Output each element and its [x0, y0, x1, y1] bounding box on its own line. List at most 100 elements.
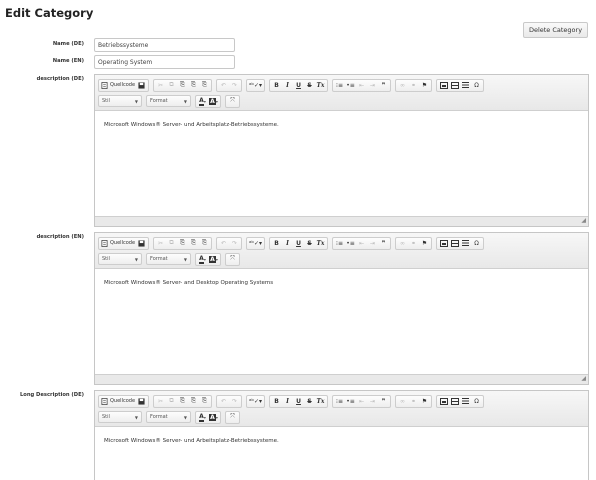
table-icon[interactable] [449, 238, 460, 249]
outdent-icon[interactable]: ⇤ [356, 396, 367, 407]
image-icon[interactable] [438, 396, 449, 407]
undo-icon[interactable]: ↶ [218, 238, 229, 249]
flag-icon[interactable]: ⚑ [419, 80, 430, 91]
special-char-icon[interactable]: Ω [471, 396, 482, 407]
background-color-button[interactable]: A ▾ [208, 254, 219, 265]
special-char-icon[interactable]: Ω [471, 238, 482, 249]
copy-icon[interactable]: ⧉ [166, 80, 177, 91]
spellcheck-icon[interactable]: ᵃᵇ✓▾ [248, 238, 263, 249]
paste-word-icon[interactable]: ⎘ [199, 80, 210, 91]
special-char-icon[interactable]: Ω [471, 80, 482, 91]
italic-icon[interactable]: I [282, 396, 293, 407]
text-color-button[interactable]: A ▾ [197, 412, 208, 423]
editor-content[interactable]: Microsoft Windows® Server- and Desktop O… [95, 269, 588, 297]
copy-icon[interactable]: ⧉ [166, 396, 177, 407]
maximize-icon[interactable]: ⤧ [227, 96, 238, 107]
save-icon[interactable] [136, 238, 147, 249]
numbered-list-icon[interactable]: ⁝≡ [334, 238, 345, 249]
image-icon[interactable] [438, 238, 449, 249]
remove-format-icon[interactable]: Tx [315, 396, 326, 407]
paste-word-icon[interactable]: ⎘ [199, 238, 210, 249]
link-icon[interactable]: ∞ [397, 80, 408, 91]
italic-icon[interactable]: I [282, 80, 293, 91]
spellcheck-icon[interactable]: ᵃᵇ✓▾ [248, 396, 263, 407]
bold-icon[interactable]: B [271, 396, 282, 407]
numbered-list-icon[interactable]: ⁝≡ [334, 80, 345, 91]
blockquote-icon[interactable]: ❞ [378, 80, 389, 91]
paste-icon[interactable]: ⎘ [177, 396, 188, 407]
bullet-list-icon[interactable]: •≡ [345, 80, 356, 91]
background-color-button[interactable]: A ▾ [208, 412, 219, 423]
table-icon[interactable] [449, 80, 460, 91]
paste-icon[interactable]: ⎘ [177, 238, 188, 249]
name-de-input[interactable] [94, 38, 235, 52]
format-dropdown[interactable]: Format ▼ [146, 95, 191, 107]
style-dropdown[interactable]: Stil ▼ [98, 411, 142, 423]
table-icon[interactable] [449, 396, 460, 407]
paste-text-icon[interactable]: ⎘ [188, 238, 199, 249]
underline-icon[interactable]: U [293, 238, 304, 249]
outdent-icon[interactable]: ⇤ [356, 238, 367, 249]
style-dropdown[interactable]: Stil ▼ [98, 253, 142, 265]
unlink-icon[interactable]: ⚭ [408, 80, 419, 91]
outdent-icon[interactable]: ⇤ [356, 80, 367, 91]
copy-icon[interactable]: ⧉ [166, 238, 177, 249]
indent-icon[interactable]: ⇥ [367, 396, 378, 407]
resize-handle-icon[interactable]: ◢ [581, 375, 586, 383]
undo-icon[interactable]: ↶ [218, 80, 229, 91]
unlink-icon[interactable]: ⚭ [408, 238, 419, 249]
horizontal-rule-icon[interactable] [460, 396, 471, 407]
name-en-input[interactable] [94, 55, 235, 69]
maximize-icon[interactable]: ⤧ [227, 412, 238, 423]
undo-icon[interactable]: ↶ [218, 396, 229, 407]
format-dropdown[interactable]: Format ▼ [146, 411, 191, 423]
flag-icon[interactable]: ⚑ [419, 238, 430, 249]
link-icon[interactable]: ∞ [397, 238, 408, 249]
bold-icon[interactable]: B [271, 238, 282, 249]
underline-icon[interactable]: U [293, 396, 304, 407]
text-color-button[interactable]: A ▾ [197, 96, 208, 107]
redo-icon[interactable]: ↷ [229, 80, 240, 91]
delete-category-button[interactable]: Delete Category [523, 22, 588, 38]
format-dropdown[interactable]: Format ▼ [146, 253, 191, 265]
indent-icon[interactable]: ⇥ [367, 80, 378, 91]
blockquote-icon[interactable]: ❞ [378, 396, 389, 407]
link-icon[interactable]: ∞ [397, 396, 408, 407]
spellcheck-icon[interactable]: ᵃᵇ✓▾ [248, 80, 263, 91]
source-button[interactable]: Quellcode [100, 238, 136, 249]
resize-handle-icon[interactable]: ◢ [581, 217, 586, 225]
cut-icon[interactable]: ✂ [155, 396, 166, 407]
strikethrough-icon[interactable]: S [304, 238, 315, 249]
background-color-button[interactable]: A ▾ [208, 96, 219, 107]
maximize-icon[interactable]: ⤧ [227, 254, 238, 265]
bullet-list-icon[interactable]: •≡ [345, 238, 356, 249]
underline-icon[interactable]: U [293, 80, 304, 91]
remove-format-icon[interactable]: Tx [315, 238, 326, 249]
bullet-list-icon[interactable]: •≡ [345, 396, 356, 407]
italic-icon[interactable]: I [282, 238, 293, 249]
redo-icon[interactable]: ↷ [229, 396, 240, 407]
source-button[interactable]: Quellcode [100, 396, 136, 407]
strikethrough-icon[interactable]: S [304, 80, 315, 91]
text-color-button[interactable]: A ▾ [197, 254, 208, 265]
strikethrough-icon[interactable]: S [304, 396, 315, 407]
cut-icon[interactable]: ✂ [155, 238, 166, 249]
image-icon[interactable] [438, 80, 449, 91]
redo-icon[interactable]: ↷ [229, 238, 240, 249]
horizontal-rule-icon[interactable] [460, 238, 471, 249]
horizontal-rule-icon[interactable] [460, 80, 471, 91]
editor-content[interactable]: Microsoft Windows® Server- und Arbeitspl… [95, 427, 588, 455]
paste-text-icon[interactable]: ⎘ [188, 80, 199, 91]
unlink-icon[interactable]: ⚭ [408, 396, 419, 407]
indent-icon[interactable]: ⇥ [367, 238, 378, 249]
style-dropdown[interactable]: Stil ▼ [98, 95, 142, 107]
editor-content[interactable]: Microsoft Windows® Server- und Arbeitspl… [95, 111, 588, 139]
blockquote-icon[interactable]: ❞ [378, 238, 389, 249]
flag-icon[interactable]: ⚑ [419, 396, 430, 407]
remove-format-icon[interactable]: Tx [315, 80, 326, 91]
paste-word-icon[interactable]: ⎘ [199, 396, 210, 407]
numbered-list-icon[interactable]: ⁝≡ [334, 396, 345, 407]
cut-icon[interactable]: ✂ [155, 80, 166, 91]
save-icon[interactable] [136, 80, 147, 91]
source-button[interactable]: Quellcode [100, 80, 136, 91]
